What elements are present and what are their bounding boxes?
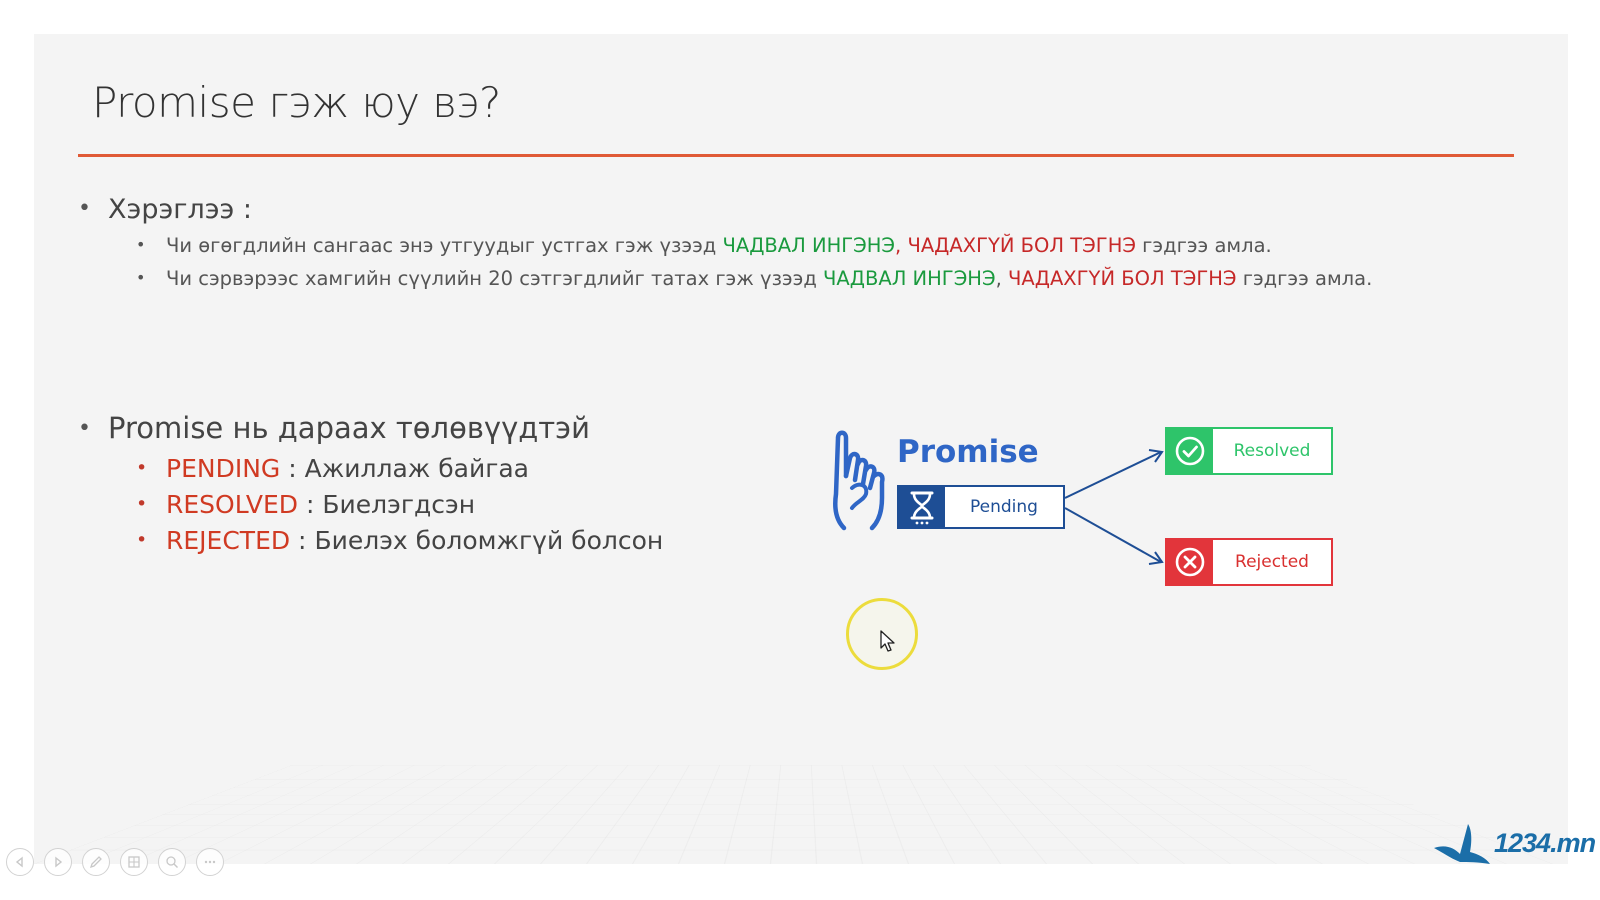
usage-item-text: Чи сэрвэрээс хамгийн сүүлийн 20 сэтгэгдл… — [166, 267, 824, 290]
slide-title: Promise гэж юу вэ? — [92, 78, 501, 127]
background-grid — [34, 765, 1568, 864]
pending-state-box: Pending — [897, 485, 1065, 529]
presentation-viewport: Promise гэж юу вэ? • Хэрэглээ : • Чи өгөгд… — [0, 0, 1600, 900]
states-heading: Promise нь дараах төлөвүүдтэй — [108, 411, 590, 445]
pending-label: Pending — [970, 497, 1038, 517]
state-description: Ажиллаж байгаа — [304, 454, 529, 483]
state-description: Биелэгдсэн — [322, 490, 476, 519]
usage-item-success: ЧАДВАЛ ИНГЭНЭ — [823, 267, 996, 290]
usage-item-tail: гэдгээ амла. — [1135, 234, 1272, 257]
hand-icon — [833, 430, 885, 531]
rejected-state-box: Rejected — [1165, 538, 1333, 586]
state-separator: : — [298, 490, 323, 519]
bullet-dot: • — [136, 457, 148, 479]
hourglass-icon — [899, 487, 945, 527]
resolved-state-box: Resolved — [1165, 427, 1333, 475]
state-item-resolved: • RESOLVED : Биелэгдсэн — [136, 490, 475, 519]
bullet-dot: • — [78, 196, 91, 221]
bullet-dot: • — [136, 493, 148, 515]
usage-heading: Хэрэглээ : — [108, 194, 253, 225]
bullet-dot: • — [136, 268, 146, 287]
title-divider — [78, 154, 1514, 157]
zoom-icon[interactable] — [158, 848, 186, 876]
cursor-icon — [880, 630, 895, 652]
rejected-label: Rejected — [1235, 552, 1309, 572]
usage-item-success: ЧАДВАЛ ИНГЭНЭ — [722, 234, 896, 257]
slides-grid-icon[interactable] — [120, 848, 148, 876]
states-heading-bullet: • Promise нь дараах төлөвүүдтэй — [78, 411, 590, 445]
bullet-dot: • — [78, 416, 91, 441]
watermark-logo: 1234.mn — [1432, 818, 1596, 868]
state-item-rejected: • REJECTED : Биелэх боломжгүй болсон — [136, 526, 663, 555]
usage-item-failure: ЧАДАХГҮЙ БОЛ ТЭГНЭ — [1008, 267, 1237, 290]
usage-item-text: Чи өгөгдлийн сангаас энэ утгуудыг устгах… — [166, 234, 723, 257]
usage-item: • Чи өгөгдлийн сангаас энэ утгуудыг устга… — [136, 234, 1272, 257]
state-separator: : — [280, 454, 305, 483]
presenter-toolbar — [6, 848, 224, 876]
state-transition-arrows — [1065, 449, 1164, 565]
bullet-dot: • — [136, 529, 148, 551]
resolved-label: Resolved — [1233, 441, 1311, 461]
state-item-pending: • PENDING : Ажиллаж байгаа — [136, 454, 529, 483]
state-name: PENDING — [166, 454, 281, 483]
bird-logo-icon — [1434, 824, 1490, 864]
previous-icon[interactable] — [6, 848, 34, 876]
usage-heading-bullet: • Хэрэглээ : — [78, 194, 252, 225]
slide: Promise гэж юу вэ? • Хэрэглээ : • Чи өгөгд… — [34, 34, 1568, 864]
usage-item: • Чи сэрвэрээс хамгийн сүүлийн 20 сэтгэгд… — [136, 267, 1372, 290]
usage-item-separator: , — [895, 234, 908, 257]
check-circle-icon — [1167, 429, 1213, 473]
state-name: RESOLVED — [166, 490, 299, 519]
state-separator: : — [290, 526, 315, 555]
watermark-text: 1234.mn — [1494, 827, 1596, 858]
state-description: Биелэх боломжгүй болсон — [314, 526, 664, 555]
more-icon[interactable] — [196, 848, 224, 876]
diagram-promise-title: Promise — [897, 434, 1039, 470]
x-circle-icon — [1167, 540, 1213, 584]
pen-icon[interactable] — [82, 848, 110, 876]
usage-item-failure: ЧАДАХГҮЙ БОЛ ТЭГНЭ — [907, 234, 1136, 257]
usage-item-separator: , — [995, 267, 1008, 290]
usage-item-tail: гэдгээ амла. — [1236, 267, 1373, 290]
state-name: REJECTED — [166, 526, 291, 555]
next-icon[interactable] — [44, 848, 72, 876]
bullet-dot: • — [136, 235, 146, 254]
